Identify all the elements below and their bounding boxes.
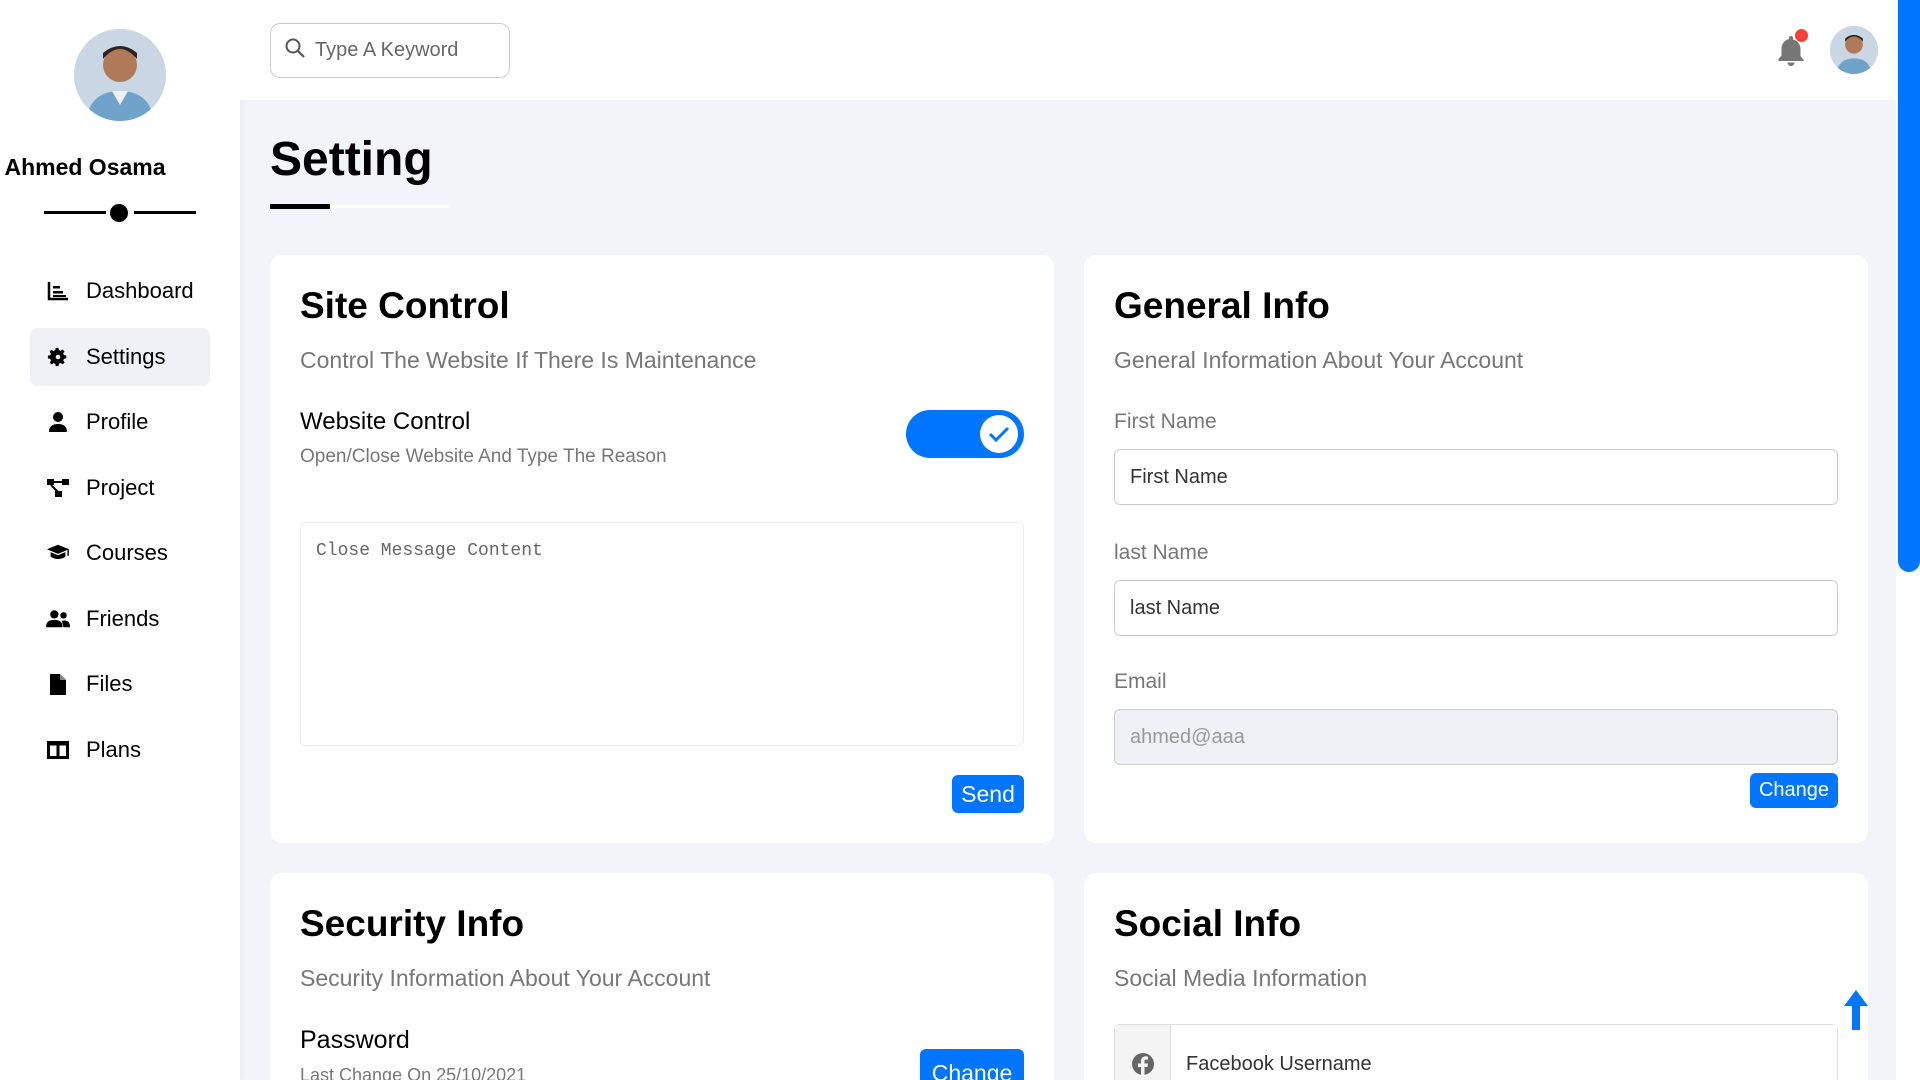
avatar[interactable] <box>74 29 166 121</box>
chart-icon <box>46 279 70 303</box>
sidebar-item-label: Project <box>86 474 155 500</box>
site-control-card: Site Control Control The Website If Ther… <box>270 255 1054 843</box>
close-message-textarea[interactable] <box>300 522 1024 746</box>
send-button[interactable]: Send <box>952 775 1024 813</box>
sidebar-item-label: Courses <box>86 540 168 565</box>
sidebar: Ahmed Osama Dashboard Settings Profile P… <box>0 0 240 1080</box>
scroll-to-top-arrow-icon[interactable] <box>1842 990 1870 1030</box>
gear-icon <box>46 345 70 369</box>
sidebar-item-label: Profile <box>86 409 149 434</box>
sidebar-item-label: Settings <box>86 343 166 369</box>
sidebar-item-files[interactable]: Files <box>30 655 210 713</box>
header-avatar[interactable] <box>1830 26 1878 74</box>
facebook-icon <box>1115 1025 1171 1080</box>
graduation-cap-icon <box>46 541 70 565</box>
diagram-icon <box>46 476 70 500</box>
name-divider <box>44 202 196 222</box>
card-description: Social Media Information <box>1114 965 1368 991</box>
top-header <box>240 0 1896 100</box>
users-icon <box>46 607 70 631</box>
general-info-card: General Info General Information About Y… <box>1084 255 1868 843</box>
card-title: Site Control <box>300 285 510 326</box>
sidebar-item-label: Files <box>86 671 133 696</box>
card-title: Security Info <box>300 903 525 944</box>
user-name: Ahmed Osama <box>4 154 166 180</box>
sidebar-item-dashboard[interactable]: Dashboard <box>30 262 210 320</box>
sidebar-item-plans[interactable]: Plans <box>30 721 210 779</box>
page-scrollbar[interactable] <box>1896 0 1920 1080</box>
user-icon <box>46 410 70 434</box>
last-name-label: last Name <box>1114 541 1209 564</box>
change-password-button[interactable]: Change <box>920 1049 1024 1080</box>
card-description: Security Information About Your Account <box>300 965 711 991</box>
sidebar-item-courses[interactable]: Courses <box>30 524 210 582</box>
website-control-row: Website Control Open/Close Website And T… <box>300 408 1024 478</box>
title-underline <box>270 204 450 209</box>
search-input[interactable] <box>315 39 495 62</box>
card-title: General Info <box>1114 285 1330 326</box>
email-field[interactable] <box>1114 709 1838 765</box>
page-title: Setting <box>270 133 433 186</box>
sidebar-item-project[interactable]: Project <box>30 459 210 517</box>
password-last-change: Last Change On 25/10/2021 <box>300 1065 527 1080</box>
scrollbar-thumb[interactable] <box>1898 0 1920 572</box>
checkmark-icon <box>980 415 1018 453</box>
sidebar-item-friends[interactable]: Friends <box>30 590 210 648</box>
search-box[interactable] <box>270 23 510 78</box>
website-control-toggle[interactable] <box>906 410 1024 458</box>
first-name-label: First Name <box>1114 410 1217 433</box>
columns-icon <box>46 738 70 762</box>
change-info-button[interactable]: Change <box>1750 773 1838 808</box>
last-name-field[interactable] <box>1114 580 1838 636</box>
email-label: Email <box>1114 670 1167 693</box>
card-description: Control The Website If There Is Maintena… <box>300 347 757 373</box>
password-label: Password <box>300 1026 410 1054</box>
sidebar-item-label: Friends <box>86 605 160 631</box>
sidebar-nav: Dashboard Settings Profile Project Cours… <box>30 262 210 786</box>
notification-badge <box>1795 29 1808 42</box>
card-title: Social Info <box>1114 903 1302 944</box>
sidebar-item-profile[interactable]: Profile <box>30 393 210 451</box>
facebook-username-input[interactable] <box>1171 1025 1837 1080</box>
search-icon <box>285 38 305 63</box>
notification-bell[interactable] <box>1776 29 1808 66</box>
file-icon <box>46 672 70 696</box>
sidebar-item-label: Dashboard <box>86 278 194 303</box>
security-info-card: Security Info Security Information About… <box>270 873 1054 1080</box>
facebook-row <box>1114 1024 1838 1080</box>
card-description: General Information About Your Account <box>1114 347 1524 373</box>
first-name-field[interactable] <box>1114 449 1838 505</box>
social-info-card: Social Info Social Media Information <box>1084 873 1868 1080</box>
sidebar-item-settings[interactable]: Settings <box>30 327 210 386</box>
sidebar-item-label: Plans <box>86 736 142 762</box>
